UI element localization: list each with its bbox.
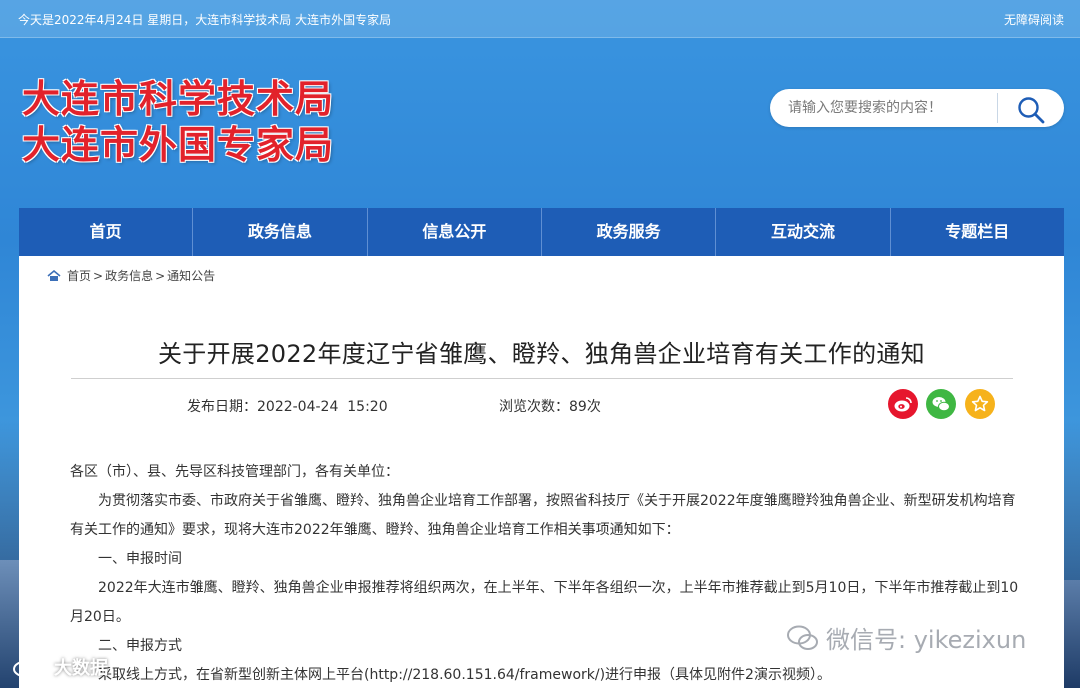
weibo-watermark: 大数据 [10,654,108,680]
article-paragraph: 采取线上方式，在省新型创新主体网上平台(http://218.60.151.64… [98,667,831,683]
breadcrumb-separator: > [155,268,166,283]
nav-item-topics[interactable]: 专题栏目 [891,208,1064,256]
breadcrumb-notices[interactable]: 通知公告 [167,267,215,284]
search-box [770,89,1064,127]
section-heading: 一、申报时间 [98,551,182,567]
wechat-watermark: 微信号: yikezixun [786,620,1026,655]
search-button[interactable] [1002,91,1058,125]
wechat-icon [787,625,818,650]
nav-item-interaction[interactable]: 互动交流 [716,208,891,256]
breadcrumb: 首页 > 政务信息 > 通知公告 [47,267,215,284]
article-title: 关于开展2022年度辽宁省雏鹰、瞪羚、独角兽企业培育有关工作的通知 [158,340,925,368]
nav-item-home[interactable]: 首页 [19,208,194,256]
publish-date: 发布日期：2022-04-24 15:20 [187,396,388,416]
weibo-icon [894,397,912,412]
home-icon [47,269,61,281]
background-tower [1064,580,1080,688]
star-icon [971,395,989,412]
salutation: 各区（市）、县、先导区科技管理部门，各有关单位： [70,464,399,480]
search-input[interactable] [788,97,988,119]
main-nav: 首页 政务信息 信息公开 政务服务 互动交流 专题栏目 [19,208,1064,256]
nav-item-government-info[interactable]: 政务信息 [193,208,368,256]
logo-line-1: 大连市科学技术局 [22,77,335,121]
breadcrumb-separator: > [93,268,104,283]
article-paragraph: 为贯彻落实市委、市政府关于省雏鹰、瞪羚、独角兽企业培育工作部署，按照省科技厅《关… [70,493,1016,538]
publish-date-value: 2022-04-24 15:20 [257,399,388,415]
share-weibo-button[interactable] [888,389,918,419]
search-icon [1018,97,1045,124]
logo-line-2: 大连市外国专家局 [22,123,335,167]
top-bar: 今天是2022年4月24日 星期日，大连市科学技术局 大连市外国专家局 无障碍阅… [0,0,1080,38]
publish-date-label: 发布日期： [187,399,257,415]
weibo-watermark-text: 大数据 [54,658,108,679]
nav-item-public-info[interactable]: 信息公开 [368,208,542,256]
view-count: 浏览次数：89次 [499,396,601,416]
view-count-value: 89次 [569,399,601,415]
breadcrumb-government-info[interactable]: 政务信息 [105,267,153,284]
view-count-label: 浏览次数： [499,399,569,415]
weibo-icon [13,660,43,678]
favorite-button[interactable] [965,389,995,419]
wechat-icon [932,397,950,412]
share-wechat-button[interactable] [926,389,956,419]
nav-item-services[interactable]: 政务服务 [542,208,717,256]
title-divider [71,378,1013,379]
date-text: 今天是2022年4月24日 星期日，大连市科学技术局 大连市外国专家局 [18,13,392,27]
site-logo[interactable]: 大连市科学技术局 大连市外国专家局 [22,76,382,168]
search-divider [997,93,998,123]
wechat-watermark-text: 微信号: yikezixun [826,626,1027,654]
accessibility-link[interactable]: 无障碍阅读 [1004,11,1064,28]
breadcrumb-home[interactable]: 首页 [67,267,91,284]
